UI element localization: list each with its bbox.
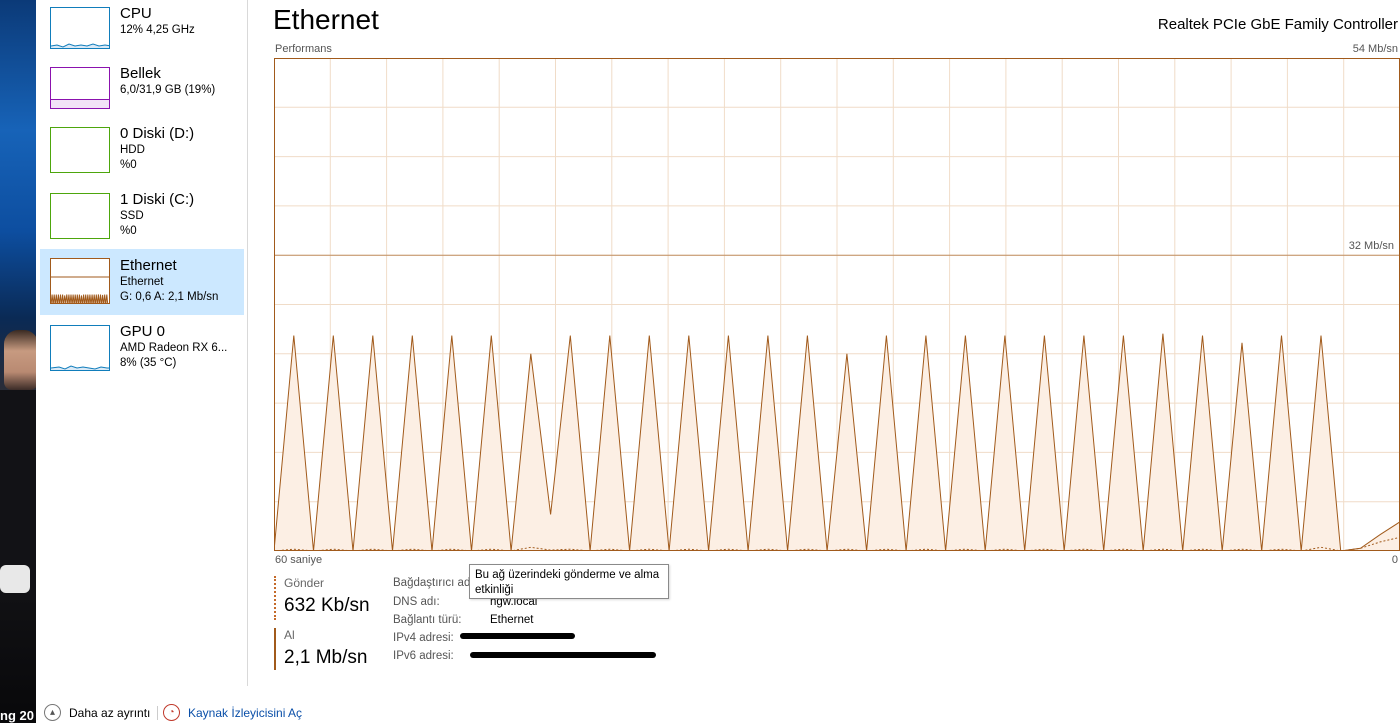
sidebar-item-title: Bellek bbox=[120, 65, 161, 82]
sidebar-item-title: CPU bbox=[120, 5, 152, 22]
receive-label: Al bbox=[284, 628, 295, 642]
fewer-details-label: Daha az ayrıntı bbox=[69, 705, 151, 720]
send-label: Gönder bbox=[284, 576, 325, 590]
performance-label: Performans bbox=[275, 43, 332, 55]
disk-d-thumbnail-graph bbox=[50, 127, 110, 173]
adapter-name-label: Bağdaştırıcı adı: bbox=[393, 577, 477, 589]
resource-monitor-label: Kaynak İzleyicisini Aç bbox=[188, 705, 303, 720]
x-axis-left-label: 60 saniye bbox=[275, 554, 323, 566]
sidebar-item-cpu[interactable]: CPU 12% 4,25 GHz bbox=[40, 0, 244, 64]
sidebar-item-detail: AMD Radeon RX 6... bbox=[120, 342, 228, 354]
connection-type-value: Ethernet bbox=[490, 614, 534, 626]
sidebar-item-disk-c[interactable]: 1 Diski (C:) SSD %0 bbox=[40, 186, 244, 250]
ipv4-redaction bbox=[460, 633, 575, 639]
dns-label: DNS adı: bbox=[393, 596, 440, 608]
receive-value: 2,1 Mb/sn bbox=[284, 647, 368, 668]
send-stat: Gönder 632 Kb/sn bbox=[274, 576, 370, 620]
ipv4-label: IPv4 adresi: bbox=[393, 632, 454, 644]
sidebar-item-detail: 12% 4,25 GHz bbox=[120, 24, 195, 36]
sidebar-item-title: 1 Diski (C:) bbox=[120, 191, 195, 208]
memory-thumbnail-graph bbox=[50, 67, 110, 109]
resource-monitor-icon: ◔ bbox=[163, 704, 180, 721]
sidebar-item-usage: %0 bbox=[120, 159, 137, 171]
resource-sidebar: CPU 12% 4,25 GHz Bellek 6,0/31,9 GB (19%… bbox=[36, 0, 248, 686]
chevron-up-icon: ▴ bbox=[44, 704, 61, 721]
graph-max-scale: 54 Mb/sn bbox=[1352, 43, 1398, 55]
gpu-thumbnail-graph bbox=[50, 325, 110, 371]
sidebar-item-title: 0 Diski (D:) bbox=[120, 125, 195, 142]
sidebar-item-detail: HDD bbox=[120, 144, 145, 156]
sidebar-item-title: GPU 0 bbox=[120, 323, 166, 340]
ipv6-redaction bbox=[470, 652, 656, 658]
sidebar-item-detail: Ethernet bbox=[120, 276, 164, 288]
x-axis-right-label: 0 bbox=[1391, 554, 1398, 566]
sidebar-item-disk-d[interactable]: 0 Diski (D:) HDD %0 bbox=[40, 120, 244, 184]
ethernet-thumbnail-line bbox=[51, 294, 109, 303]
sidebar-item-usage: 8% (35 °C) bbox=[120, 357, 177, 369]
connection-type-label: Bağlantı türü: bbox=[393, 614, 462, 626]
sidebar-item-detail: 6,0/31,9 GB (19%) bbox=[120, 84, 216, 96]
sidebar-item-usage: G: 0,6 A: 2,1 Mb/sn bbox=[120, 291, 219, 303]
resource-monitor-link[interactable]: ◔ Kaynak İzleyicisini Aç bbox=[163, 704, 302, 721]
sidebar-item-detail: SSD bbox=[120, 210, 144, 222]
sidebar-item-title: Ethernet bbox=[120, 257, 177, 274]
sidebar-item-gpu[interactable]: GPU 0 AMD Radeon RX 6... 8% (35 °C) bbox=[40, 318, 244, 382]
sidebar-item-ethernet[interactable]: Ethernet Ethernet G: 0,6 A: 2,1 Mb/sn bbox=[40, 249, 244, 315]
background-video-strip: ng 20 bbox=[0, 0, 36, 723]
sidebar-item-usage: %0 bbox=[120, 225, 137, 237]
background-person bbox=[4, 330, 36, 390]
send-value: 632 Kb/sn bbox=[284, 595, 370, 616]
receive-stat: Al 2,1 Mb/sn bbox=[274, 628, 367, 670]
page-title: Ethernet bbox=[273, 4, 379, 35]
graph-tooltip: Bu ağ üzerindeki gönderme ve alma etkinl… bbox=[469, 564, 669, 599]
ethernet-thumbnail-graph bbox=[50, 258, 110, 304]
footer-separator bbox=[157, 706, 158, 720]
throughput-graph[interactable] bbox=[274, 58, 1400, 551]
background-text: ng 20 bbox=[0, 708, 34, 723]
sidebar-item-memory[interactable]: Bellek 6,0/31,9 GB (19%) bbox=[40, 60, 244, 124]
ipv6-label: IPv6 adresi: bbox=[393, 650, 454, 662]
adapter-name: Realtek PCIe GbE Family Controller bbox=[1157, 16, 1398, 33]
footer-bar: ▴ Daha az ayrıntı ◔ Kaynak İzleyicisini … bbox=[36, 700, 436, 723]
disk-c-thumbnail-graph bbox=[50, 193, 110, 239]
cpu-thumbnail-graph bbox=[50, 7, 110, 49]
fewer-details-button[interactable]: ▴ Daha az ayrıntı bbox=[44, 704, 150, 721]
background-shoe bbox=[0, 565, 30, 593]
